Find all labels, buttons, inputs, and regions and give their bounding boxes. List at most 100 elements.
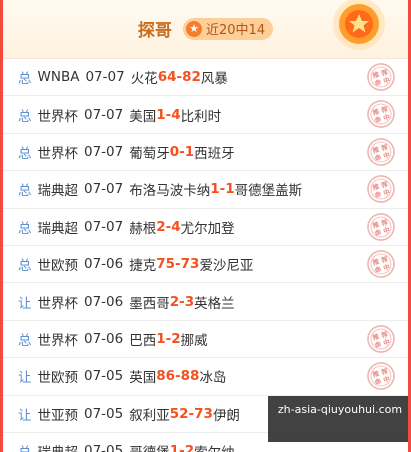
hit-stamp-icon: 推荐命中 bbox=[367, 212, 395, 241]
tipster-name[interactable]: 探哥 bbox=[138, 16, 172, 41]
home-score: 86 bbox=[156, 368, 176, 385]
tip-type: 总 bbox=[18, 220, 32, 237]
away-score: 82 bbox=[182, 69, 201, 86]
tip-type: 总 bbox=[18, 258, 32, 275]
match-date: 07-05 bbox=[84, 443, 124, 452]
hit-stamp-icon: 推荐命中 bbox=[367, 250, 395, 278]
home-score: 0 bbox=[169, 143, 180, 160]
watermark: zh-asia-qiuyouhui.com bbox=[268, 396, 408, 442]
tip-row[interactable]: 总世界杯 07-07 葡萄牙 0 - 1 西班牙推荐命中 bbox=[3, 134, 408, 172]
home-team: 赫根 bbox=[129, 220, 157, 237]
away-score: 1 bbox=[225, 181, 235, 198]
record-text: 近20中14 bbox=[206, 23, 266, 38]
home-score: 64 bbox=[157, 69, 177, 86]
stamp-char: 中 bbox=[382, 112, 391, 122]
tip-row[interactable]: 总世界杯 07-07 美国 1 - 4 比利时推荐命中 bbox=[3, 96, 408, 134]
away-score: 2 bbox=[184, 443, 195, 452]
tip-type: 总 bbox=[18, 183, 32, 200]
stamp-char: 中 bbox=[382, 75, 391, 85]
home-score: 1 bbox=[169, 443, 180, 452]
away-team: 爱沙尼亚 bbox=[199, 258, 254, 275]
stamp-char: 中 bbox=[382, 150, 391, 160]
match-date: 07-06 bbox=[84, 293, 124, 310]
hit-stamp-icon: 推荐命中 bbox=[367, 63, 395, 91]
hit-stamp-icon: 推荐命中 bbox=[367, 137, 395, 166]
tip-type: 让 bbox=[18, 295, 32, 312]
hit-stamp-icon: 推荐命中 bbox=[367, 324, 395, 353]
home-score: 2 bbox=[169, 293, 180, 310]
match-date: 07-07 bbox=[84, 181, 124, 198]
league-name: 世欧预 bbox=[37, 370, 79, 387]
league-name: 世界杯 bbox=[37, 332, 79, 349]
hit-stamp-icon: 推荐命中 bbox=[367, 175, 395, 203]
home-team: 墨西哥 bbox=[129, 295, 170, 312]
league-name: 世亚预 bbox=[37, 407, 79, 424]
home-score: 52 bbox=[169, 405, 189, 422]
hit-stamp-icon: 推荐命中 bbox=[367, 100, 395, 129]
match-date: 07-07 bbox=[84, 143, 124, 160]
match-date: 07-07 bbox=[85, 69, 125, 86]
away-score: 1 bbox=[184, 143, 195, 160]
home-score: 1 bbox=[156, 106, 166, 123]
stamp-char: 中 bbox=[382, 225, 391, 235]
record-badge: ★ 近20中14 bbox=[183, 17, 274, 40]
away-team: 哥德堡盖斯 bbox=[234, 183, 303, 200]
away-score: 4 bbox=[171, 218, 181, 235]
away-team: 冰岛 bbox=[199, 370, 227, 387]
match-date: 07-06 bbox=[84, 256, 124, 273]
away-score: 3 bbox=[184, 293, 195, 310]
tip-type: 总 bbox=[18, 145, 32, 162]
home-score: 2 bbox=[156, 218, 166, 235]
league-name: 世界杯 bbox=[37, 145, 79, 162]
tip-row[interactable]: 让世界杯 07-06 墨西哥 2 - 3 英格兰 bbox=[3, 283, 408, 321]
away-team: 挪威 bbox=[180, 332, 208, 349]
hit-stamp-icon: 推荐命中 bbox=[367, 362, 395, 390]
away-team: 英格兰 bbox=[194, 295, 235, 312]
tip-row[interactable]: 让世欧预 07-05 英国 86 - 88 冰岛推荐命中 bbox=[3, 358, 408, 396]
tips-list: 总 WNBA 07-07 火花 64 - 82 风暴推荐命中总世界杯 07-07 美国 1 - … bbox=[3, 59, 408, 452]
tip-row[interactable]: 总 WNBA 07-07 火花 64 - 82 风暴推荐命中 bbox=[3, 59, 408, 97]
match-date: 07-06 bbox=[84, 330, 124, 347]
stamp-char: 中 bbox=[382, 337, 391, 347]
tip-type: 让 bbox=[18, 370, 32, 387]
match-date: 07-05 bbox=[84, 368, 124, 385]
league-name: WNBA bbox=[37, 69, 80, 86]
tip-row[interactable]: 总世欧预 07-06 捷克 75 - 73 爱沙尼亚推荐命中 bbox=[3, 246, 408, 284]
league-name: 世界杯 bbox=[37, 108, 79, 125]
home-team: 英国 bbox=[129, 370, 157, 387]
home-score: 1 bbox=[156, 330, 166, 347]
home-team: 美国 bbox=[129, 108, 157, 125]
tip-type: 总 bbox=[18, 332, 32, 349]
tip-type: 让 bbox=[18, 407, 32, 424]
tip-type: 总 bbox=[18, 71, 32, 88]
home-team: 叙利亚 bbox=[129, 407, 170, 424]
away-score: 73 bbox=[194, 405, 213, 422]
home-score: 75 bbox=[156, 256, 176, 273]
home-team: 捷克 bbox=[129, 258, 157, 275]
league-name: 瑞典超 bbox=[37, 183, 79, 200]
match-date: 07-07 bbox=[84, 218, 124, 235]
tip-type: 总 bbox=[18, 441, 32, 452]
tip-row[interactable]: 总世界杯 07-06 巴西 1 - 2 挪威推荐命中 bbox=[3, 321, 408, 359]
stamp-char: 中 bbox=[382, 187, 391, 197]
match-date: 07-05 bbox=[84, 405, 124, 422]
away-team: 索尔纳 bbox=[194, 441, 235, 452]
home-team: 巴西 bbox=[129, 332, 157, 349]
home-score: 1 bbox=[210, 181, 220, 198]
league-name: 世界杯 bbox=[37, 295, 79, 312]
panel-header: 探哥 ★ 近20中14 bbox=[3, 0, 408, 59]
league-name: 世欧预 bbox=[37, 258, 79, 275]
tips-panel: 探哥 ★ 近20中14 总 WNBA 07-07 火花 64 - 82 风暴推荐命中总世界… bbox=[0, 0, 411, 452]
tip-type: 总 bbox=[18, 108, 32, 125]
away-team: 尤尔加登 bbox=[180, 220, 235, 237]
away-score: 73 bbox=[180, 256, 200, 273]
league-name: 瑞典超 bbox=[37, 220, 79, 237]
stamp-char: 中 bbox=[382, 262, 391, 272]
away-score: 4 bbox=[171, 106, 181, 123]
away-score: 2 bbox=[171, 330, 181, 347]
home-team: 葡萄牙 bbox=[129, 145, 170, 162]
stamp-char: 中 bbox=[382, 374, 391, 384]
home-team: 火花 bbox=[130, 71, 158, 88]
tip-row[interactable]: 总瑞典超 07-07 布洛马波卡纳 1 - 1 哥德堡盖斯推荐命中 bbox=[3, 171, 408, 209]
tip-row[interactable]: 总瑞典超 07-07 赫根 2 - 4 尤尔加登推荐命中 bbox=[3, 209, 408, 246]
